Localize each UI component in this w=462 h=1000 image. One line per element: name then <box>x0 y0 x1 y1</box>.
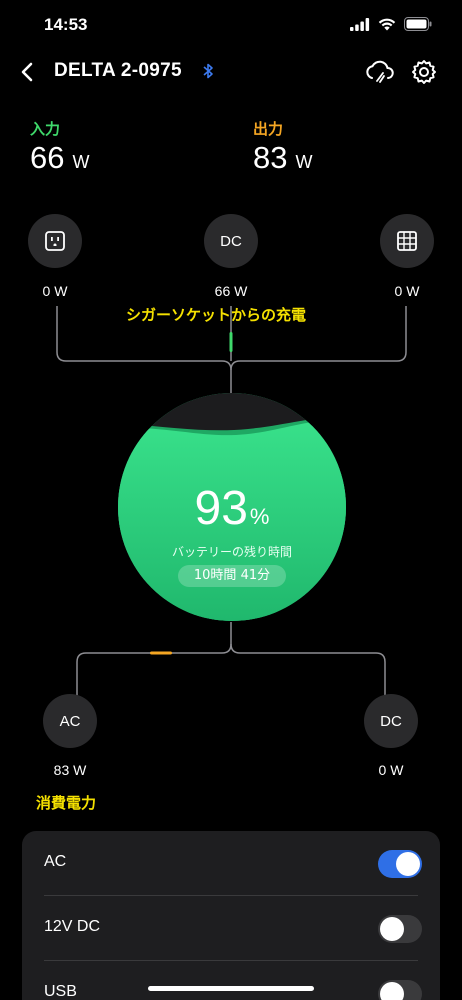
solar-input-value: 0 W <box>394 283 420 299</box>
solar-panel-icon <box>397 231 417 251</box>
dc-output-value: 0 W <box>378 762 404 778</box>
battery-percent-sign: % <box>249 504 270 529</box>
ac-input-value: 0 W <box>42 283 68 299</box>
output-flow-indicator <box>150 651 172 655</box>
toggle-row-ac: AC <box>22 831 440 896</box>
dc-12v-output-toggle[interactable] <box>378 915 422 943</box>
ac-output-toggle[interactable] <box>378 850 422 878</box>
toggle-label-ac: AC <box>44 853 67 870</box>
toggle-knob <box>380 917 404 941</box>
battery-percent: 93% <box>118 481 346 536</box>
ac-output-node[interactable]: AC <box>43 694 97 748</box>
dc-input-node[interactable]: DC <box>204 214 258 268</box>
ac-output-label: AC <box>59 712 81 730</box>
toggle-label-usb: USB <box>44 983 77 1000</box>
toggle-knob <box>380 982 404 1000</box>
output-toggle-panel: AC 12V DC USB <box>22 831 440 1000</box>
ac-output-value: 83 W <box>53 762 87 778</box>
usb-output-toggle[interactable] <box>378 980 422 1000</box>
battery-percent-value: 93 <box>194 482 248 535</box>
outlet-icon <box>45 231 65 251</box>
dc-input-value: 66 W <box>214 283 248 299</box>
battery-remaining-label: バッテリーの残り時間 <box>171 545 292 559</box>
ac-input-node[interactable] <box>28 214 82 268</box>
dc-input-label: DC <box>220 232 242 250</box>
dc-output-node[interactable]: DC <box>364 694 418 748</box>
input-flow-indicator <box>229 332 233 352</box>
toggle-label-12v-dc: 12V DC <box>44 918 101 935</box>
input-annotation: シガーソケットからの充電 <box>126 306 307 324</box>
battery-remaining-time: 10時間 41分 <box>178 565 286 587</box>
home-indicator <box>148 986 314 991</box>
toggle-row-usb: USB <box>22 961 440 1000</box>
dc-output-label: DC <box>380 712 402 730</box>
battery-gauge[interactable]: 93% バッテリーの残り時間 10時間 41分 <box>118 393 346 621</box>
toggle-knob <box>396 852 420 876</box>
toggle-row-12v-dc: 12V DC <box>22 896 440 961</box>
solar-input-node[interactable] <box>380 214 434 268</box>
output-annotation: 消費電力 <box>36 794 97 812</box>
